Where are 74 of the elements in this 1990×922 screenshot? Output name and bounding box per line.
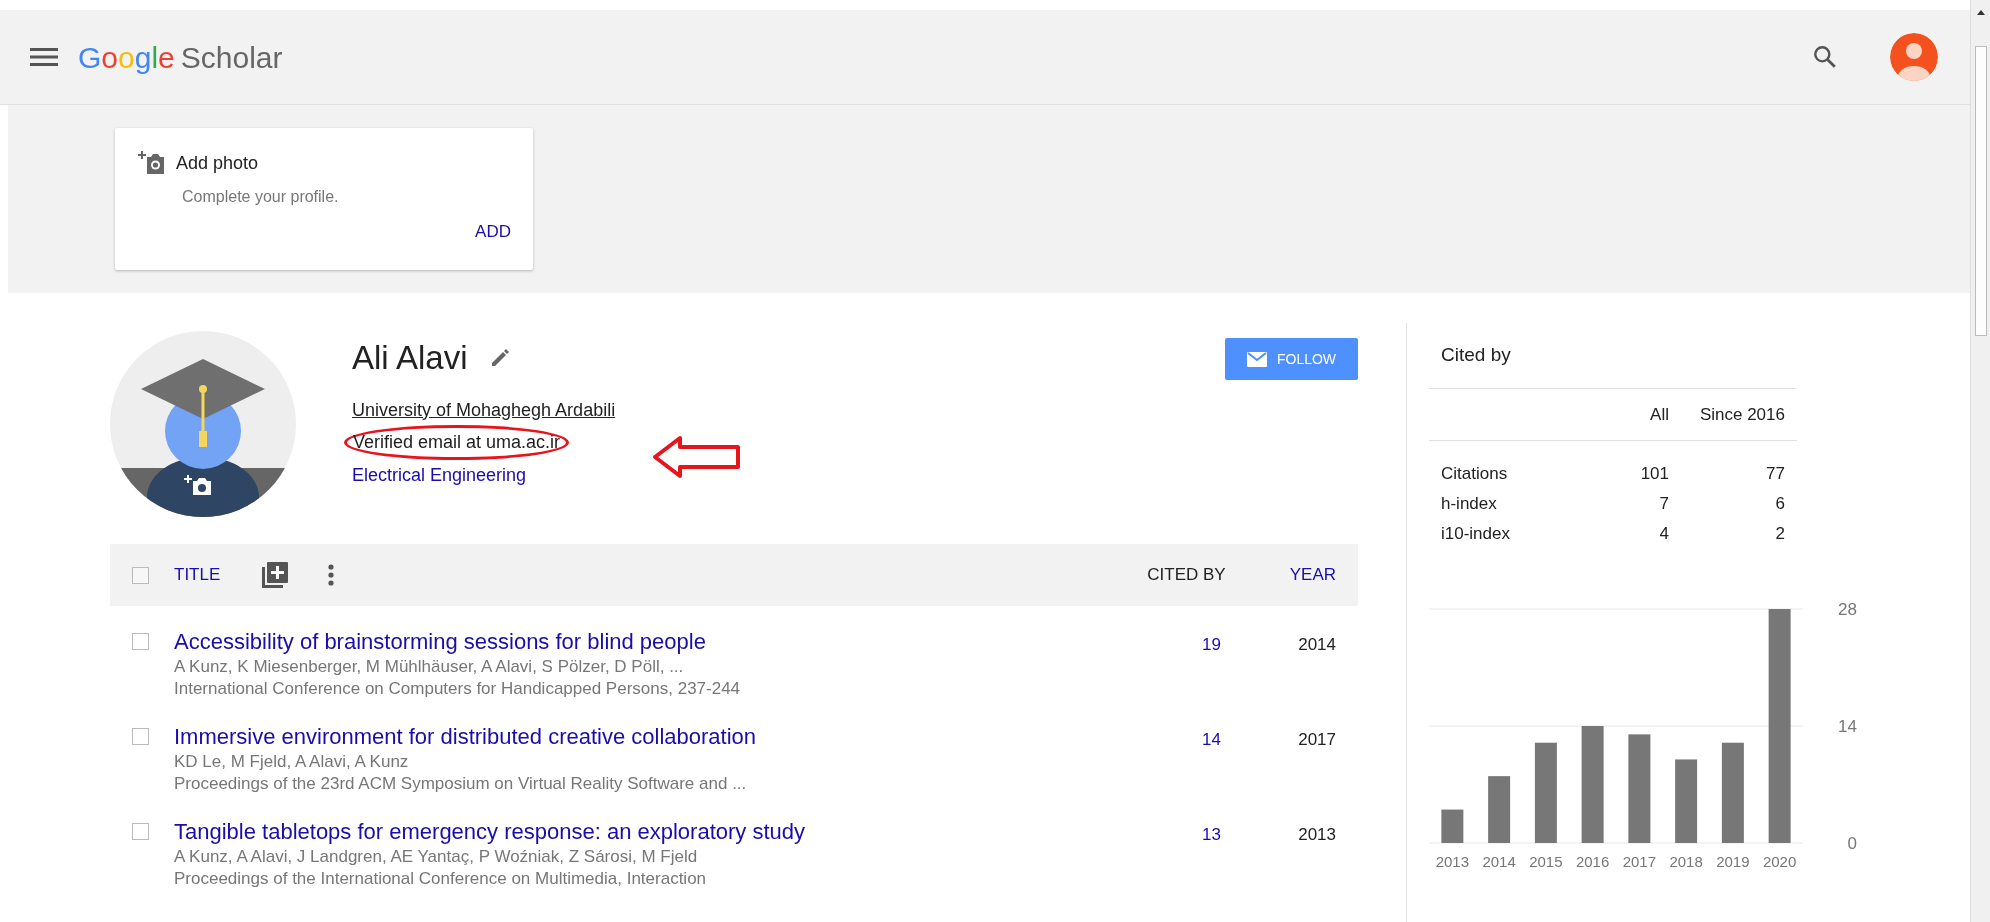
profile-name: Ali Alavi	[352, 338, 468, 378]
column-header: All	[1649, 403, 1669, 426]
x-tick-label: 2017	[1622, 853, 1657, 870]
article-title-link[interactable]: Immersive environment for distributed creative collaboration	[174, 723, 757, 751]
stat-value: 4	[1658, 523, 1669, 545]
brand-name: Google	[78, 39, 175, 76]
affiliation-link[interactable]: University of Mohaghegh Ardabili	[352, 396, 616, 424]
year-cell-text: 2013	[1297, 824, 1336, 846]
y-tick-label: 28	[1838, 600, 1857, 619]
article-title-link[interactable]: Tangible tabletops for emergency response: an exploratory study	[174, 818, 806, 846]
year-cell-text: 2014	[1297, 634, 1336, 656]
column-header[interactable]: TITLE	[174, 562, 221, 588]
bar[interactable]	[1441, 809, 1464, 843]
stat-value: 101	[1639, 463, 1669, 485]
stat-label: h-index	[1440, 493, 1498, 515]
row-checkbox[interactable]	[132, 633, 149, 650]
article-venue: Proceedings of the 23rd ACM Symposium on Virtual Reality Software and ...	[174, 773, 748, 795]
logo[interactable]: Google Scholar	[78, 34, 283, 80]
x-tick-label: 2020	[1762, 853, 1797, 870]
y-tick-label: 14	[1838, 717, 1857, 736]
stat-value: 77	[1765, 463, 1785, 485]
bar[interactable]	[1534, 742, 1557, 843]
article-authors: KD Le, M Fjeld, A Alavi, A Kunz	[174, 751, 410, 773]
verified-email: Verified email at uma.ac.ir	[353, 431, 561, 452]
bar[interactable]	[1675, 759, 1698, 843]
scroll-up-icon[interactable]	[1975, 8, 1986, 16]
stat-value: 6	[1774, 493, 1785, 515]
add-photo-icon	[138, 150, 166, 177]
search-icon[interactable]	[1812, 44, 1838, 70]
brand-name: Scholar	[180, 39, 283, 76]
article-authors: A Kunz, A Alavi, J Landgren, AE Yantaç, P Woźniak, Z Sárosi, M Fjeld	[174, 846, 699, 868]
x-tick-label: 2018	[1669, 853, 1703, 870]
cited-by-link[interactable]: 14	[1161, 727, 1221, 753]
x-tick-label: 2013	[1435, 853, 1470, 870]
scroll-thumb[interactable]	[1974, 46, 1987, 336]
cited-by-link[interactable]: 19	[1161, 632, 1221, 658]
bar[interactable]	[1768, 609, 1791, 843]
x-tick-label: 2014	[1482, 853, 1516, 870]
column-header[interactable]: YEAR	[1289, 562, 1336, 588]
interest-link[interactable]: Electrical Engineering	[352, 461, 527, 489]
stat-label: Citations	[1440, 463, 1509, 485]
bar[interactable]	[1488, 776, 1511, 843]
stat-value: 7	[1658, 493, 1669, 515]
x-tick-label: 2016	[1575, 853, 1610, 870]
column-header[interactable]: CITED BY	[1147, 562, 1226, 588]
article-venue: Proceedings of the International Conference on Multimedia, Interaction	[174, 868, 708, 890]
x-tick-label: 2019	[1716, 853, 1750, 870]
menu-icon[interactable]	[30, 47, 58, 67]
article-title-link[interactable]: Accessibility of brainstorming sessions for blind people	[174, 628, 741, 656]
bar[interactable]	[1721, 742, 1744, 843]
edit-icon[interactable]	[489, 347, 510, 368]
stat-label: i10-index	[1440, 523, 1511, 545]
article-authors: A Kunz, K Miesenberger, M Mühlhäuser, A Alavi, S Pölzer, D Pöll, ...	[174, 656, 685, 678]
article-venue: International Conference on Computers for Handicapped Persons, 237-244	[174, 678, 741, 700]
y-tick-label: 0	[1847, 834, 1857, 853]
add-link[interactable]: ADD	[475, 219, 511, 245]
more-options-icon[interactable]	[328, 564, 335, 586]
cited-by-link[interactable]: 13	[1161, 822, 1221, 848]
year-cell-text: 2017	[1297, 729, 1336, 751]
add-to-library-icon[interactable]	[262, 562, 289, 588]
row-checkbox[interactable]	[132, 823, 149, 840]
card-title: Add photo	[176, 152, 259, 175]
card-subtitle: Complete your profile.	[182, 187, 340, 207]
bar[interactable]	[1628, 734, 1651, 843]
x-tick-label: 2015	[1529, 853, 1563, 870]
row-checkbox[interactable]	[132, 728, 149, 745]
bar[interactable]	[1581, 726, 1604, 843]
scrollbar[interactable]	[1970, 0, 1990, 922]
select-all-checkbox[interactable]	[132, 566, 149, 584]
mail-icon	[1246, 351, 1267, 367]
stat-value: 2	[1774, 523, 1785, 545]
account-avatar-icon[interactable]	[1890, 33, 1938, 81]
panel-title: Cited by	[1429, 341, 1797, 389]
column-header: Since 2016	[1698, 403, 1785, 426]
